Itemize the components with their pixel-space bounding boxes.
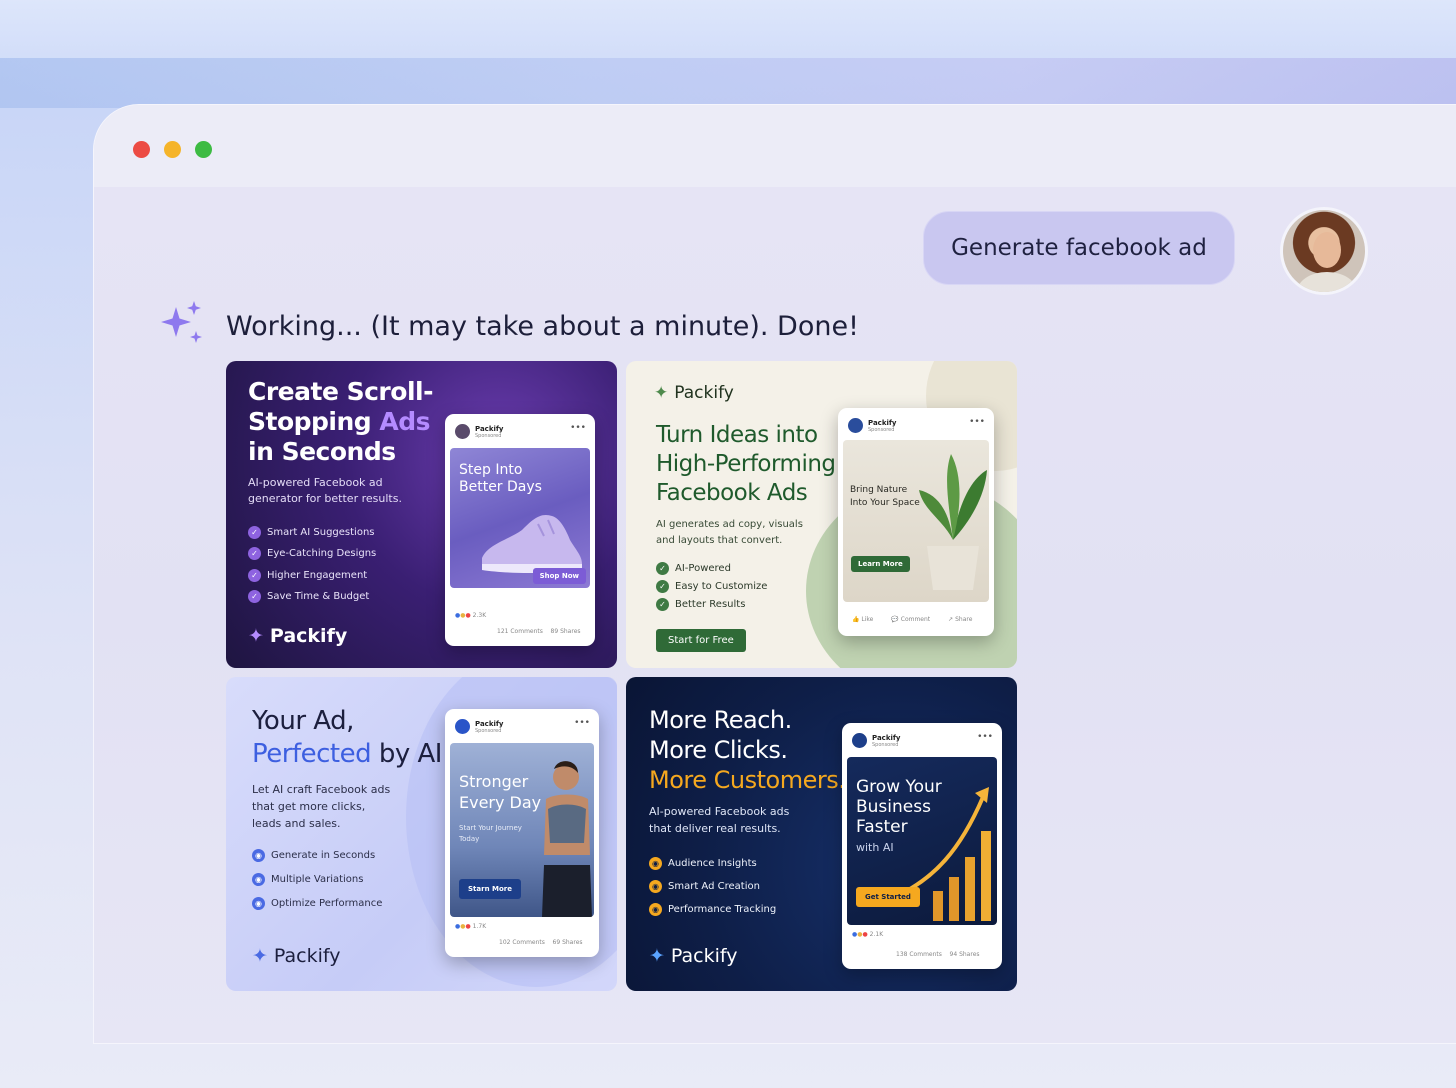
plant-image [919, 454, 987, 590]
ad-card-4[interactable]: More Reach. More Clicks. More Customers. … [626, 677, 1017, 991]
ad-subtext: Let AI craft Facebook ads that get more c… [252, 783, 391, 830]
close-window-button[interactable] [133, 141, 150, 158]
feature-item: ◉ Generate in Seconds [252, 849, 375, 862]
feature-item: ✓ Higher Engagement [248, 569, 367, 582]
ad-subtext: AI-powered Facebook ads that deliver real… [649, 805, 790, 835]
ad-headline: Create Scroll- Stopping Ads in Seconds [248, 377, 433, 466]
facebook-post-preview: Packify Sponsored ••• Bring Nature Into Yo… [838, 408, 994, 636]
feature-item: ◉ Audience Insights [649, 857, 757, 870]
facebook-post-preview: Packify Sponsored ••• Step Into Better Day… [445, 414, 595, 646]
ad-card-1[interactable]: Create Scroll- Stopping Ads in Seconds A… [226, 361, 617, 668]
start-for-free-button[interactable]: Start for Free [656, 629, 746, 652]
facebook-post-preview: Packify Sponsored ••• Stronger Every Day S… [445, 709, 599, 957]
brand-logo: ✦ Packify [248, 625, 348, 647]
facebook-post-preview: Packify Sponsored ••• Grow Your Business Fa… [842, 723, 1002, 969]
comment-button[interactable]: 💬 Comment [891, 616, 930, 623]
background-band [0, 58, 1456, 108]
maximize-window-button[interactable] [195, 141, 212, 158]
brand-logo: ✦ Packify [649, 945, 738, 967]
sneaker-image [482, 514, 582, 573]
sparkle-icon: ✦ [649, 945, 665, 967]
feature-item: ✓ Eye-Catching Designs [248, 547, 376, 560]
feature-item: ◉ Smart Ad Creation [649, 880, 760, 893]
feature-item: ◉ Performance Tracking [649, 903, 776, 916]
minimize-window-button[interactable] [164, 141, 181, 158]
ad-subtext: AI-powered Facebook ad generator for bett… [248, 476, 402, 505]
like-button[interactable]: 👍 Like [852, 616, 873, 623]
ad-card-2[interactable]: ✦ Packify Turn Ideas into High-Performing F… [626, 361, 1017, 668]
more-options-icon: ••• [969, 417, 985, 427]
athlete-image [542, 761, 592, 917]
ad-headline: More Reach. More Clicks. More Customers. [649, 706, 846, 794]
sparkle-icon: ✦ [248, 625, 264, 647]
chat-area: Generate facebook ad Working... (It may … [94, 187, 1456, 1043]
brand-logo: ✦ Packify [252, 945, 341, 967]
more-options-icon: ••• [570, 423, 586, 433]
post-image: Step Into Better Days Shop Now [450, 448, 590, 588]
ad-subtext: AI generates ad copy, visuals and layouts… [656, 519, 803, 546]
get-started-button[interactable]: Get Started [856, 887, 920, 907]
more-options-icon: ••• [977, 732, 993, 742]
ai-status-text: Working... (It may take about a minute).… [226, 311, 859, 342]
learn-more-button[interactable]: Starn More [459, 879, 521, 899]
post-image: Grow Your Business Faster with AI Get Star… [847, 757, 997, 925]
share-button[interactable]: ↗ Share [948, 616, 972, 623]
user-message-bubble: Generate facebook ad [923, 211, 1235, 285]
ad-headline: Your Ad, Perfected by AI [252, 706, 442, 769]
sparkle-icon: ✦ [252, 945, 268, 967]
ai-sparkle-icon [161, 301, 202, 343]
ad-card-3[interactable]: Your Ad, Perfected by AI Let AI craft Fa… [226, 677, 617, 991]
feature-item: ◉ Optimize Performance [252, 897, 382, 910]
brand-logo: ✦ Packify [654, 383, 734, 403]
app-window: Generate facebook ad Working... (It may … [93, 104, 1456, 1044]
feature-item: ✓ Better Results [656, 598, 745, 611]
shop-now-button[interactable]: Shop Now [532, 568, 586, 584]
feature-item: ✓ AI-Powered [656, 562, 731, 575]
learn-more-button[interactable]: Learn More [851, 556, 910, 572]
window-titlebar [94, 105, 1456, 187]
feature-item: ✓ Smart AI Suggestions [248, 526, 375, 539]
feature-item: ✓ Save Time & Budget [248, 590, 369, 603]
post-image: Stronger Every Day Start Your Journey Toda… [450, 743, 594, 917]
more-options-icon: ••• [574, 718, 590, 728]
ad-headline: Turn Ideas into High-Performing Facebook A… [656, 422, 836, 506]
post-image: Bring Nature Into Your Space Learn More [843, 440, 989, 602]
feature-item: ◉ Multiple Variations [252, 873, 363, 886]
user-avatar[interactable] [1280, 207, 1368, 295]
sparkle-icon: ✦ [654, 383, 669, 403]
feature-item: ✓ Easy to Customize [656, 580, 767, 593]
